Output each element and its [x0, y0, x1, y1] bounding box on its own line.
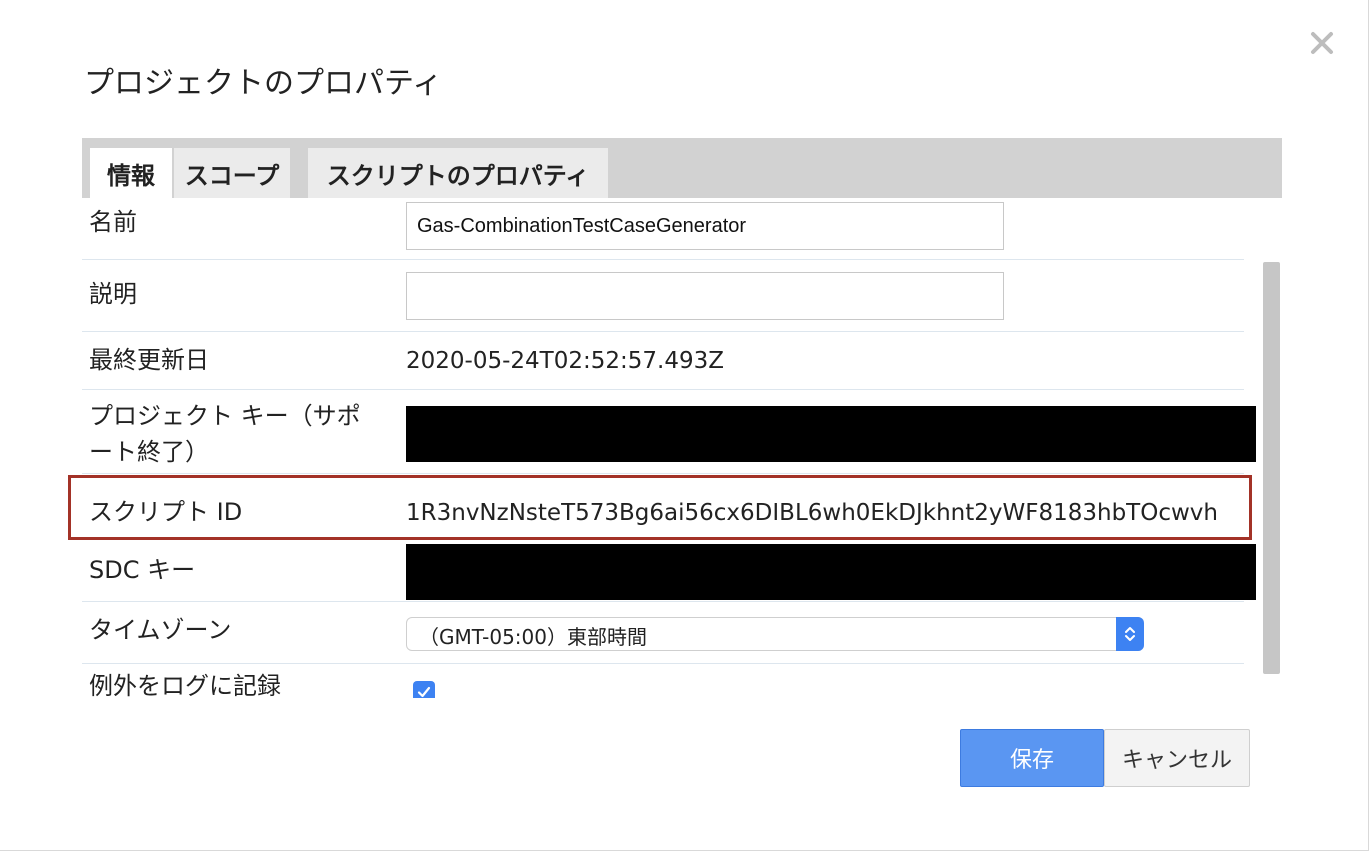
tab-info[interactable]: 情報 — [90, 148, 172, 198]
name-label: 名前 — [89, 208, 137, 236]
name-input[interactable] — [406, 202, 1004, 250]
last-modified-row: 最終更新日 2020-05-24T02:52:57.493Z — [82, 332, 1244, 390]
scrollbar[interactable] — [1263, 262, 1280, 674]
sdc-key-redacted — [406, 544, 1256, 600]
close-button[interactable] — [1305, 26, 1339, 60]
close-icon — [1311, 32, 1333, 54]
script-id-label: スクリプト ID — [89, 498, 243, 526]
sdc-key-row: SDC キー — [82, 540, 1256, 602]
script-id-row: スクリプト ID 1R3nvNzNsteT573Bg6ai56cx6DIBL6w… — [82, 474, 1244, 540]
select-arrow — [1116, 617, 1144, 651]
description-label: 説明 — [89, 280, 137, 308]
project-key-label-line1: プロジェクト キー（サポ — [89, 402, 361, 430]
tab-scope[interactable]: スコープ — [174, 148, 290, 198]
timezone-selected-value: （GMT-05:00）東部時間 — [419, 625, 647, 649]
dialog-title: プロジェクトのプロパティ — [84, 66, 443, 101]
tab-script-properties[interactable]: スクリプトのプロパティ — [308, 148, 608, 198]
checkmark-icon — [417, 686, 431, 698]
chevron-up-down-icon — [1125, 627, 1135, 641]
description-input[interactable] — [406, 272, 1004, 320]
tab-bar: 情報 スコープ スクリプトのプロパティ — [82, 138, 1282, 198]
name-row: 名前 — [82, 198, 1244, 260]
sdc-key-label: SDC キー — [89, 556, 196, 584]
timezone-row: タイムゾーン （GMT-05:00）東部時間 — [82, 602, 1244, 664]
project-key-redacted — [406, 406, 1256, 462]
log-exceptions-label: 例外をログに記録 — [89, 672, 281, 698]
project-key-label: プロジェクト キー（サポ ート終了） — [89, 398, 361, 470]
cancel-button[interactable]: キャンセル — [1104, 729, 1250, 787]
timezone-label: タイムゾーン — [89, 616, 232, 644]
script-id-value: 1R3nvNzNsteT573Bg6ai56cx6DIBL6wh0EkDJkhn… — [406, 500, 1218, 526]
last-modified-value: 2020-05-24T02:52:57.493Z — [406, 348, 724, 374]
project-properties-dialog: プロジェクトのプロパティ 情報 スコープ スクリプトのプロパティ 名前 説明 最… — [0, 0, 1369, 851]
log-exceptions-checkbox[interactable] — [413, 681, 435, 698]
log-exceptions-row: 例外をログに記録 — [82, 664, 1244, 698]
info-panel: 名前 説明 最終更新日 2020-05-24T02:52:57.493Z プロジ… — [82, 198, 1262, 698]
project-key-label-line2: ート終了） — [89, 438, 209, 466]
last-modified-label: 最終更新日 — [89, 346, 209, 374]
project-key-row: プロジェクト キー（サポ ート終了） — [82, 390, 1256, 474]
description-row: 説明 — [82, 260, 1244, 332]
timezone-select[interactable]: （GMT-05:00）東部時間 — [406, 617, 1144, 651]
save-button[interactable]: 保存 — [960, 729, 1104, 787]
